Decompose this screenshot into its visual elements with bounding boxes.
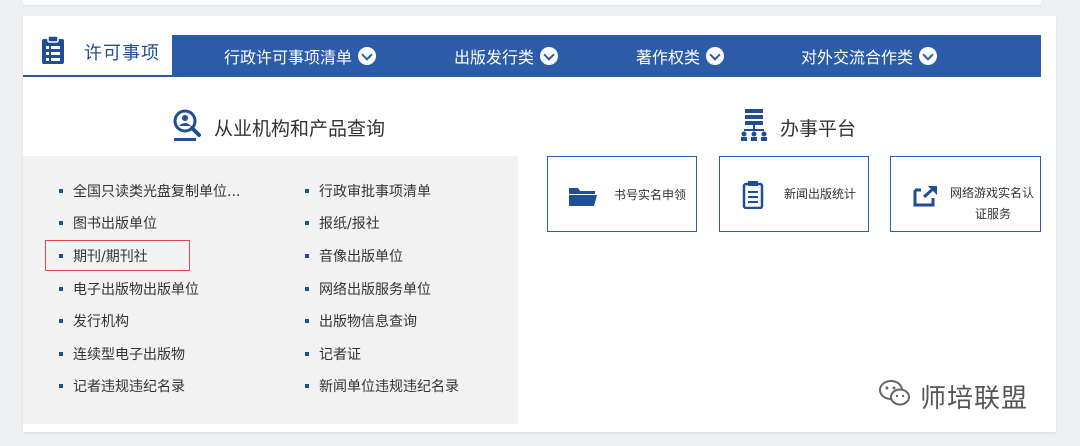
nav-item-copyright[interactable]: 著作权类 <box>636 35 725 77</box>
link-label: 电子出版物出版单位 <box>73 282 199 298</box>
chevron-down-icon <box>540 47 559 65</box>
watermark-text: 师培联盟 <box>920 384 1029 414</box>
link-label: 行政审批事项清单 <box>319 184 431 200</box>
tab-label: 许可事项 <box>84 43 160 64</box>
query-section-header: 从业机构和产品查询 <box>172 108 385 147</box>
link-online-publishing[interactable]: 网络出版服务单位 <box>305 279 431 299</box>
tile-game-real-name[interactable]: 网络游戏实名认 证服务 <box>890 156 1041 232</box>
top-card <box>23 0 1041 5</box>
bullet <box>305 287 309 291</box>
platform-section-header: 办事平台 <box>740 108 856 147</box>
bullet <box>59 221 63 225</box>
folder-icon <box>568 185 598 211</box>
link-label: 记者证 <box>319 347 361 363</box>
tile-label-line2: 证服务 <box>975 207 1012 221</box>
platform-section-title: 办事平台 <box>780 118 857 140</box>
tile-label: 新闻出版统计 <box>784 187 857 201</box>
link-serial-e-publications[interactable]: 连续型电子出版物 <box>59 344 185 364</box>
nav-item-label: 行政许可事项清单 <box>224 48 353 67</box>
nav-item-admin-license-list[interactable]: 行政许可事项清单 <box>224 35 377 77</box>
bullet <box>305 254 309 258</box>
link-label: 全国只读类光盘复制单位... <box>73 184 241 200</box>
watermark: 师培联盟 <box>878 378 1028 415</box>
nav-item-label: 对外交流合作类 <box>801 48 914 67</box>
nav-item-label: 出版发行类 <box>454 48 535 67</box>
clipboard-icon <box>39 35 67 69</box>
bullet <box>59 352 63 356</box>
link-label: 图书出版单位 <box>73 216 157 232</box>
link-e-publication-publishers[interactable]: 电子出版物出版单位 <box>59 279 199 299</box>
tile-press-statistics[interactable]: 新闻出版统计 <box>719 156 869 232</box>
tile-label-line1: 网络游戏实名认 <box>950 186 1035 200</box>
chevron-down-icon <box>358 47 377 65</box>
link-publication-info-query[interactable]: 出版物信息查询 <box>305 311 417 331</box>
external-link-icon <box>913 185 939 211</box>
link-label: 网络出版服务单位 <box>319 282 431 298</box>
link-label: 新闻单位违规违纪名录 <box>319 379 459 395</box>
nav-item-publishing[interactable]: 出版发行类 <box>454 35 559 77</box>
nav-item-label: 著作权类 <box>636 48 701 67</box>
link-label: 连续型电子出版物 <box>73 347 185 363</box>
link-label: 音像出版单位 <box>319 249 403 265</box>
link-label: 报纸/报社 <box>319 216 380 232</box>
bullet <box>305 319 309 323</box>
search-person-icon <box>172 108 202 147</box>
link-label: 出版物信息查询 <box>319 314 417 330</box>
link-label: 发行机构 <box>73 314 129 330</box>
link-label: 记者违规违纪名录 <box>73 379 185 395</box>
bullet <box>59 287 63 291</box>
link-audio-video-publishers[interactable]: 音像出版单位 <box>305 246 403 266</box>
link-approval-list[interactable]: 行政审批事项清单 <box>305 181 431 201</box>
link-cd-replication[interactable]: 全国只读类光盘复制单位... <box>59 181 240 201</box>
highlight-box <box>45 240 190 271</box>
bullet <box>59 319 63 323</box>
nav-item-foreign-exchange[interactable]: 对外交流合作类 <box>801 35 938 77</box>
chevron-down-icon <box>919 47 938 65</box>
wechat-icon <box>878 378 912 415</box>
link-newspapers[interactable]: 报纸/报社 <box>305 213 380 233</box>
bullet <box>305 221 309 225</box>
tab-license-items[interactable]: 许可事项 <box>23 26 172 75</box>
link-journalist-violations[interactable]: 记者违规违纪名录 <box>59 376 185 396</box>
bullet <box>59 384 63 388</box>
bullet <box>305 352 309 356</box>
bullet <box>305 189 309 193</box>
chevron-down-icon <box>706 47 725 65</box>
link-book-publishers[interactable]: 图书出版单位 <box>59 213 157 233</box>
tile-label: 书号实名申领 <box>614 188 687 202</box>
link-press-card[interactable]: 记者证 <box>305 344 361 364</box>
query-section-title: 从业机构和产品查询 <box>214 118 386 140</box>
org-chart-icon <box>740 108 768 147</box>
link-news-unit-violations[interactable]: 新闻单位违规违纪名录 <box>305 376 459 396</box>
link-distribution-agencies[interactable]: 发行机构 <box>59 311 129 331</box>
bullet <box>59 189 63 193</box>
document-list-icon <box>742 181 764 213</box>
bullet <box>305 384 309 388</box>
tile-isbn-application[interactable]: 书号实名申领 <box>547 156 697 232</box>
